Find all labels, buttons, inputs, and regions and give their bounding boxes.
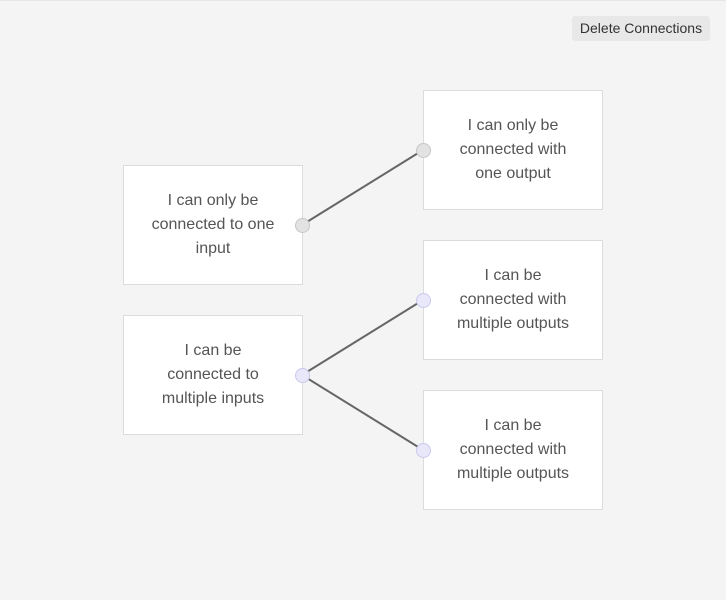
- node-input-multi-1-label: I can be connected with multiple outputs: [456, 267, 570, 332]
- node-input-multi-2-label: I can be connected with multiple outputs: [456, 417, 570, 482]
- node-output-multi[interactable]: I can be connected to multiple inputs: [123, 315, 303, 435]
- node-input-multi-2[interactable]: I can be connected with multiple outputs: [423, 390, 603, 510]
- connection-wire-multi-2[interactable]: [301, 374, 424, 451]
- input-port-multi-1[interactable]: [415, 292, 431, 308]
- node-input-single[interactable]: I can only be connected with one output: [423, 90, 603, 210]
- node-input-multi-1[interactable]: I can be connected with multiple outputs: [423, 240, 603, 360]
- output-port-multi[interactable]: [294, 367, 310, 383]
- delete-connections-button[interactable]: Delete Connections: [572, 16, 710, 41]
- input-port-multi-2[interactable]: [415, 442, 431, 458]
- connection-layer: [301, 149, 424, 451]
- node-output-single[interactable]: I can only be connected to one input: [123, 165, 303, 285]
- output-port-single[interactable]: [294, 217, 310, 233]
- top-divider: [0, 0, 726, 1]
- node-input-single-label: I can only be connected with one output: [459, 117, 567, 182]
- node-output-multi-label: I can be connected to multiple inputs: [161, 342, 265, 407]
- node-output-single-label: I can only be connected to one input: [151, 192, 275, 257]
- input-port-single[interactable]: [415, 142, 431, 158]
- connection-wire-single[interactable]: [301, 149, 424, 226]
- connection-wire-multi-1[interactable]: [301, 299, 424, 376]
